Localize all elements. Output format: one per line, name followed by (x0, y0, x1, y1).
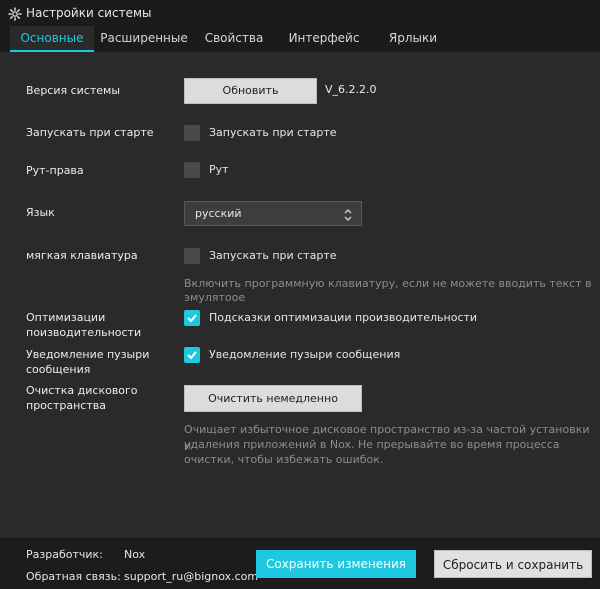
reset-and-save-button[interactable]: Сбросить и сохранить (434, 550, 592, 578)
bubble-label-1: Уведомление пузыри (26, 348, 150, 361)
tab-shortcuts[interactable]: Ярлыки (380, 26, 446, 50)
feedback-email[interactable]: support_ru@bignox.com (124, 570, 258, 583)
soft-keyboard-checkbox-label: Запускать при старте (209, 249, 337, 262)
disk-cleanup-label-2: пространства (26, 399, 106, 412)
tab-advanced[interactable]: Расширенные (98, 26, 190, 50)
autostart-label: Запускать при старте (26, 126, 154, 139)
bubble-checkbox-label: Уведомление пузыри сообщения (209, 348, 401, 361)
system-version-label: Версия системы (26, 84, 121, 97)
soft-keyboard-hint-2: эмулятоое (184, 291, 246, 304)
developer-label: Разработчик: (26, 548, 103, 561)
soft-keyboard-label: мягкая клавиатура (26, 249, 138, 262)
disk-cleanup-hint-3: очистки, чтобы избежать ошибок. (184, 453, 384, 466)
bubble-checkbox[interactable] (184, 347, 200, 363)
checkmark-icon (187, 314, 197, 323)
root-checkbox[interactable] (184, 162, 200, 178)
gear-icon (8, 6, 22, 21)
tab-basic[interactable]: Основные (10, 26, 94, 52)
soft-keyboard-checkbox[interactable] (184, 248, 200, 264)
chevron-up-down-icon (343, 207, 353, 221)
clean-now-button[interactable]: Очистить немедленно (184, 385, 362, 412)
root-label: Рут-права (26, 164, 84, 177)
performance-label-1: Оптимизации (26, 311, 106, 324)
autostart-checkbox-label: Запускать при старте (209, 126, 337, 139)
language-select[interactable]: русский (184, 201, 362, 226)
developer-value: Nox (124, 548, 146, 561)
tab-bar: Основные Расширенные Свойства Интерфейс … (0, 26, 600, 52)
tab-interface[interactable]: Интерфейс (282, 26, 366, 50)
window-title: Настройки системы (26, 6, 152, 20)
autostart-checkbox[interactable] (184, 125, 200, 141)
performance-checkbox[interactable] (184, 310, 200, 326)
version-value: V_6.2.2.0 (325, 83, 377, 96)
language-selected-value: русский (195, 207, 242, 220)
language-label: Язык (26, 206, 55, 219)
performance-checkbox-label: Подсказки оптимизации производительности (209, 311, 478, 324)
bubble-label-2: сообщения (26, 363, 91, 376)
disk-cleanup-hint-2: удаления приложений в Nox. Не прерывайте… (184, 438, 560, 451)
update-button[interactable]: Обновить (184, 78, 317, 104)
tab-properties[interactable]: Свойства (196, 26, 272, 50)
checkmark-icon (187, 351, 197, 360)
title-bar: Настройки системы (0, 0, 600, 28)
root-checkbox-label: Рут (209, 163, 229, 176)
save-changes-button[interactable]: Сохранить изменения (256, 550, 416, 578)
feedback-label: Обратная связь: (26, 570, 121, 583)
performance-label-2: поизводительности (26, 326, 142, 339)
disk-cleanup-label-1: Очистка дискового (26, 384, 138, 397)
